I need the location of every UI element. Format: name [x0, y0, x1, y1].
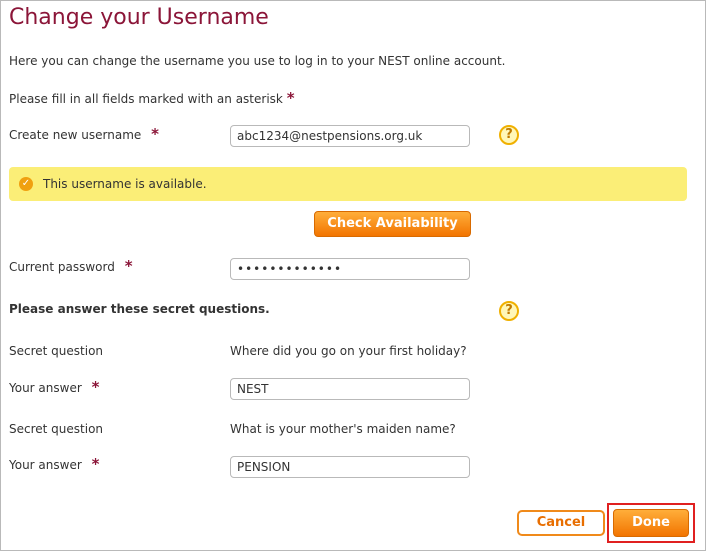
- required-asterisk: *: [286, 89, 295, 107]
- username-label-row: Create new username *: [9, 125, 159, 143]
- answer-1-label: Your answer: [9, 381, 82, 395]
- password-label: Current password: [9, 260, 115, 274]
- secret-question-1-label: Secret question: [9, 344, 104, 358]
- checkmark-icon: ✓: [19, 177, 33, 191]
- secret-questions-help-icon[interactable]: ?: [499, 301, 519, 321]
- availability-message-bar: ✓ This username is available.: [9, 167, 687, 201]
- availability-message: This username is available.: [43, 177, 207, 191]
- answer-1-label-row: Your answer *: [9, 378, 100, 396]
- page-title: Change your Username: [9, 5, 269, 30]
- username-label: Create new username: [9, 128, 142, 142]
- required-note: Please fill in all fields marked with an…: [9, 89, 295, 107]
- check-availability-button[interactable]: Check Availability: [314, 211, 471, 237]
- answer-2-label: Your answer: [9, 458, 82, 472]
- username-help-icon[interactable]: ?: [499, 125, 519, 145]
- secret-question-2-label: Secret question: [9, 422, 104, 436]
- done-button-highlight: [607, 503, 695, 543]
- current-password-input[interactable]: [230, 258, 470, 280]
- secret-answer-1-input[interactable]: [230, 378, 470, 400]
- secret-question-2-text: What is your mother's maiden name?: [230, 422, 456, 436]
- intro-text: Here you can change the username you use…: [9, 54, 506, 68]
- password-required-asterisk: *: [124, 257, 133, 275]
- answer-1-required-asterisk: *: [91, 378, 100, 396]
- password-label-row: Current password *: [9, 257, 133, 275]
- new-username-input[interactable]: [230, 125, 470, 147]
- secret-answer-2-input[interactable]: [230, 456, 470, 478]
- answer-2-required-asterisk: *: [91, 455, 100, 473]
- required-note-text: Please fill in all fields marked with an…: [9, 92, 283, 106]
- secret-questions-heading: Please answer these secret questions.: [9, 302, 270, 316]
- username-required-asterisk: *: [151, 125, 159, 143]
- change-username-panel: Change your Username Here you can change…: [0, 0, 706, 551]
- cancel-button[interactable]: Cancel: [517, 510, 605, 536]
- secret-question-1-text: Where did you go on your first holiday?: [230, 344, 467, 358]
- answer-2-label-row: Your answer *: [9, 455, 100, 473]
